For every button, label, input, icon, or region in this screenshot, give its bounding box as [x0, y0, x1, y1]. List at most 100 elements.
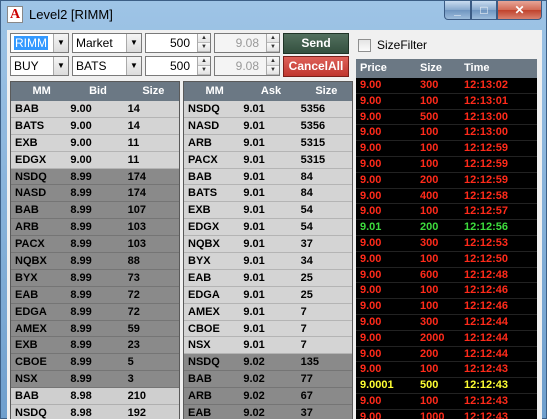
table-row[interactable]: NSDQ 8.99 174	[11, 168, 179, 186]
table-row[interactable]: ARB 9.02 67	[184, 388, 352, 406]
cancel-all-button[interactable]: CancelAll	[283, 56, 349, 77]
table-row[interactable]: BAB 9.01 84	[184, 168, 352, 186]
trade-row[interactable]: 9.0001 500 12:12:43	[356, 378, 537, 394]
trade-row[interactable]: 9.00 100 12:12:50	[356, 252, 537, 268]
quantity-stepper[interactable]: 500 ▲ ▼	[145, 33, 211, 53]
quantity-spinner[interactable]: ▲ ▼	[197, 34, 210, 52]
chevron-down-icon[interactable]: ▼	[53, 57, 68, 75]
trade-row[interactable]: 9.00 100 12:12:57	[356, 204, 537, 221]
send-button[interactable]: Send	[283, 33, 349, 54]
trade-row[interactable]: 9.00 400 12:12:58	[356, 189, 537, 205]
trade-row[interactable]: 9.00 2000 12:12:44	[356, 331, 537, 347]
trade-row[interactable]: 9.00 300 12:12:53	[356, 236, 537, 252]
table-row[interactable]: EAB 8.99 72	[11, 286, 179, 304]
column-header-bid[interactable]: Bid	[68, 82, 125, 101]
table-row[interactable]: AMEX 8.99 59	[11, 320, 179, 338]
trade-row[interactable]: 9.00 100 12:12:59	[356, 157, 537, 173]
trade-row[interactable]: 9.00 100 12:13:00	[356, 125, 537, 142]
spin-down-icon[interactable]: ▼	[198, 43, 210, 52]
spin-up-icon[interactable]: ▲	[198, 57, 210, 66]
column-header-mm[interactable]: MM	[11, 82, 68, 101]
table-row[interactable]: BAB 8.99 107	[11, 202, 179, 220]
table-row[interactable]: NQBX 9.01 37	[184, 236, 352, 254]
side-select[interactable]: BUY ▼	[10, 56, 69, 76]
column-header-ask[interactable]: Ask	[241, 82, 298, 101]
chevron-down-icon[interactable]: ▼	[53, 34, 68, 52]
table-row[interactable]: EDGX 9.00 11	[11, 151, 179, 169]
trade-row[interactable]: 9.00 500 12:13:00	[356, 110, 537, 126]
column-header-price[interactable]: Price	[356, 59, 414, 78]
trade-row[interactable]: 9.00 100 12:12:46	[356, 299, 537, 315]
close-button[interactable]: ✕	[497, 1, 542, 20]
trade-row[interactable]: 9.00 100 12:12:59	[356, 141, 537, 157]
table-row[interactable]: NSX 8.99 3	[11, 371, 179, 389]
table-row[interactable]: CBOE 9.01 7	[184, 320, 352, 338]
table-row[interactable]: EXB 8.99 23	[11, 337, 179, 355]
column-header-time[interactable]: Time	[462, 59, 537, 78]
trade-row[interactable]: 9.00 100 12:12:46	[356, 283, 537, 300]
trade-row[interactable]: 9.00 300 12:13:02	[356, 78, 537, 94]
column-header-size[interactable]: Size	[126, 82, 179, 101]
size-filter[interactable]: SizeFilter	[358, 38, 427, 52]
size-filter-checkbox[interactable]	[358, 38, 371, 52]
table-row[interactable]: NSX 9.01 7	[184, 337, 352, 355]
table-row[interactable]: EXB 9.01 54	[184, 202, 352, 220]
trade-time: 12:12:43	[464, 379, 509, 392]
cell-price: 8.99	[70, 204, 92, 217]
table-row[interactable]: EDGA 8.99 72	[11, 303, 179, 321]
cell-price: 8.99	[70, 271, 92, 284]
table-row[interactable]: CBOE 8.99 5	[11, 354, 179, 372]
table-row[interactable]: PACX 8.99 103	[11, 236, 179, 254]
trade-row[interactable]: 9.00 200 12:12:59	[356, 173, 537, 189]
cell-size: 7	[300, 339, 307, 352]
table-row[interactable]: BYX 8.99 73	[11, 269, 179, 287]
table-row[interactable]: BATS 9.00 14	[11, 117, 179, 135]
table-row[interactable]: NSDQ 8.98 192	[11, 405, 179, 419]
table-row[interactable]: EAB 9.01 25	[184, 269, 352, 287]
trade-row[interactable]: 9.00 100 12:12:43	[356, 394, 537, 410]
table-row[interactable]: ARB 9.01 5315	[184, 134, 352, 152]
table-row[interactable]: PACX 9.01 5315	[184, 151, 352, 169]
trade-row[interactable]: 9.01 200 12:12:56	[356, 220, 537, 236]
symbol-combo[interactable]: RIMM ▼	[10, 33, 69, 53]
trade-row[interactable]: 9.00 600 12:12:48	[356, 268, 537, 284]
table-row[interactable]: EXB 9.00 11	[11, 134, 179, 152]
column-header-size[interactable]: Size	[414, 59, 462, 78]
table-row[interactable]: NSDQ 9.02 135	[184, 354, 352, 372]
table-row[interactable]: BYX 9.01 34	[184, 253, 352, 270]
table-row[interactable]: EAB 9.02 37	[184, 405, 352, 419]
maximize-button[interactable]: □	[471, 1, 497, 20]
trade-row[interactable]: 9.00 100 12:12:43	[356, 362, 537, 379]
chevron-down-icon[interactable]: ▼	[126, 34, 141, 52]
trade-row[interactable]: 9.00 1000 12:12:43	[356, 410, 537, 419]
trade-row[interactable]: 9.00 100 12:13:01	[356, 94, 537, 110]
table-row[interactable]: BAB 8.98 210	[11, 388, 179, 406]
cell-price: 8.99	[70, 305, 92, 318]
cell-mm: BAB	[188, 373, 212, 386]
table-row[interactable]: BAB 9.00 14	[11, 101, 179, 118]
table-row[interactable]: ARB 8.99 103	[11, 219, 179, 237]
trade-row[interactable]: 9.00 300 12:12:44	[356, 315, 537, 331]
column-header-size[interactable]: Size	[299, 82, 352, 101]
table-row[interactable]: NASD 9.01 5356	[184, 117, 352, 135]
table-row[interactable]: BAB 9.02 77	[184, 371, 352, 389]
chevron-down-icon[interactable]: ▼	[126, 57, 141, 75]
title-bar[interactable]: A Level2 [RIMM] _ □ ✕	[1, 1, 547, 29]
order-type-select[interactable]: Market ▼	[72, 33, 142, 53]
table-row[interactable]: EDGA 9.01 25	[184, 286, 352, 304]
quantity-spinner[interactable]: ▲ ▼	[197, 57, 210, 75]
trade-row[interactable]: 9.00 200 12:12:44	[356, 347, 537, 363]
table-row[interactable]: AMEX 9.01 7	[184, 303, 352, 321]
quantity-stepper-2[interactable]: 500 ▲ ▼	[145, 56, 211, 76]
table-row[interactable]: NASD 8.99 174	[11, 185, 179, 203]
table-row[interactable]: BATS 9.01 84	[184, 185, 352, 203]
column-header-mm[interactable]: MM	[184, 82, 241, 101]
spin-up-icon[interactable]: ▲	[198, 34, 210, 43]
route-select[interactable]: BATS ▼	[72, 56, 142, 76]
table-row[interactable]: NSDQ 9.01 5356	[184, 101, 352, 118]
table-row[interactable]: EDGX 9.01 54	[184, 219, 352, 237]
spin-down-icon[interactable]: ▼	[198, 66, 210, 75]
minimize-button[interactable]: _	[444, 1, 471, 20]
cell-size: 23	[127, 339, 140, 352]
table-row[interactable]: NQBX 8.99 88	[11, 253, 179, 270]
